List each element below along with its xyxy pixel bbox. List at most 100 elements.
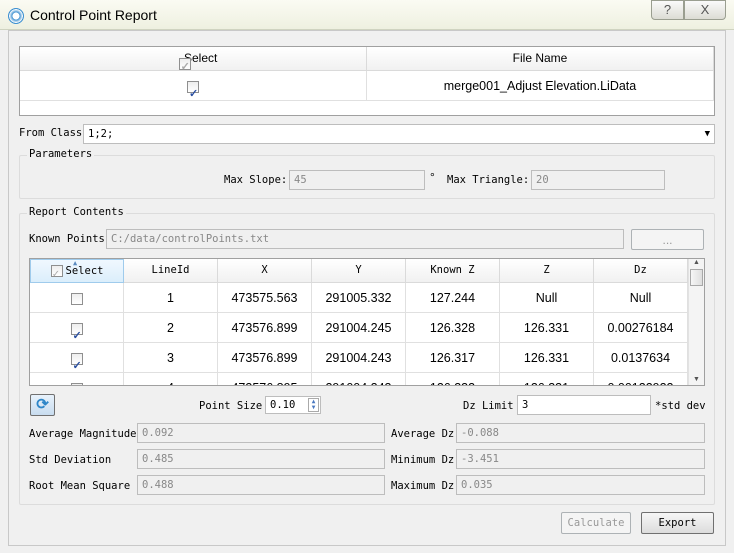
export-button[interactable]: Export (641, 512, 714, 534)
table-cell[interactable]: 126.331 (500, 313, 594, 343)
table-cell[interactable]: 0.00276184 (594, 313, 688, 343)
parameters-title: Parameters (27, 148, 95, 160)
dz-limit-label: Dz Limit (463, 400, 514, 412)
row-select-checkbox[interactable] (70, 292, 83, 305)
spin-arrows-icon[interactable]: ▲ ▼ (308, 398, 319, 412)
max-dz-label: Maximum Dz (391, 480, 455, 492)
refresh-button[interactable]: ⟳ (30, 394, 55, 416)
table-cell[interactable]: 126.328 (406, 313, 500, 343)
refresh-icon: ⟳ (36, 396, 49, 413)
std-deviation-field[interactable]: 0.485 (137, 449, 385, 469)
table-cell[interactable]: Null (500, 283, 594, 313)
table-cell[interactable]: 291004.245 (312, 313, 406, 343)
rms-field[interactable]: 0.488 (137, 475, 385, 495)
table-cell[interactable]: 291004.243 (312, 373, 406, 385)
rms-label: Root Mean Square (29, 480, 131, 492)
table-cell[interactable]: 291004.243 (312, 343, 406, 373)
column-header[interactable]: ▲Select (30, 259, 124, 285)
column-header[interactable]: Y (312, 259, 406, 283)
row-select-cell[interactable] (30, 373, 124, 385)
header-label: LineId (151, 264, 190, 276)
window-title: Control Point Report (30, 7, 157, 23)
header-label: X (261, 264, 268, 276)
help-button[interactable]: ? (651, 0, 684, 20)
row-select-checkbox[interactable] (70, 321, 83, 351)
table-cell[interactable]: Null (594, 283, 688, 313)
vertical-scrollbar[interactable]: ▲ ▼ (688, 259, 704, 385)
known-points-path-field[interactable]: C:/data/controlPoints.txt (106, 229, 624, 249)
browse-button[interactable]: ... (631, 229, 704, 250)
select-all-files-checkbox[interactable] (178, 56, 191, 78)
table-cell[interactable]: 3 (124, 343, 218, 373)
table-cell[interactable]: 0.00122922 (594, 373, 688, 385)
scroll-up-icon[interactable]: ▲ (689, 259, 704, 266)
row-select-checkbox[interactable] (70, 351, 83, 381)
table-cell[interactable]: 127.244 (406, 283, 500, 313)
close-button[interactable]: X (684, 0, 726, 20)
column-header[interactable]: X (218, 259, 312, 283)
max-slope-label: Max Slope: (224, 174, 288, 186)
column-header[interactable]: Z (500, 259, 594, 283)
file-row-name[interactable]: merge001_Adjust Elevation.LiData (367, 71, 714, 101)
from-class-label: From Class: (19, 127, 89, 139)
table-cell[interactable]: 473576.899 (218, 313, 312, 343)
std-dev-label: *std dev (655, 400, 706, 412)
min-dz-field[interactable]: -3.451 (456, 449, 705, 469)
table-cell[interactable]: 126.332 (406, 373, 500, 385)
column-header[interactable]: Known Z (406, 259, 500, 283)
sort-ascending-icon: ▲ (73, 259, 78, 267)
app-logo-icon (8, 8, 24, 24)
table-cell[interactable]: 473576.895 (218, 373, 312, 385)
chevron-down-icon: ▼ (704, 129, 710, 139)
header-label: Dz (634, 264, 647, 276)
from-class-value: 1;2; (88, 128, 114, 140)
dz-limit-field[interactable]: 3 (517, 395, 651, 415)
table-cell[interactable]: 473576.899 (218, 343, 312, 373)
row-select-cell[interactable] (30, 283, 124, 313)
max-triangle-label: Max Triangle: (447, 174, 530, 186)
scroll-down-icon[interactable]: ▼ (689, 376, 704, 383)
scrollbar-thumb[interactable] (690, 269, 703, 286)
calculate-button[interactable]: Calculate (561, 512, 631, 534)
file-header-select[interactable]: Select (20, 47, 367, 78)
table-cell[interactable]: 473575.563 (218, 283, 312, 313)
max-triangle-field[interactable]: 20 (531, 170, 665, 190)
avg-dz-label: Average Dz (391, 428, 455, 440)
file-select-checkbox[interactable] (187, 79, 199, 109)
title-bar: Control Point Report ? X (0, 0, 734, 30)
known-points-label: Known Points (29, 233, 105, 245)
table-cell[interactable]: 2 (124, 313, 218, 343)
point-size-label: Point Size (199, 400, 263, 412)
table-cell[interactable]: 126.331 (500, 343, 594, 373)
max-slope-field[interactable]: 45 (289, 170, 425, 190)
from-class-dropdown[interactable]: 1;2; ▼ (83, 124, 715, 144)
row-select-cell[interactable] (30, 343, 124, 381)
avg-dz-field[interactable]: -0.088 (456, 423, 705, 443)
degree-symbol: ° (430, 170, 435, 184)
table-cell[interactable]: 4 (124, 373, 218, 385)
table-cell[interactable]: 126.317 (406, 343, 500, 373)
control-points-table: ▲SelectLineIdXYKnown ZZDz1473575.5632910… (29, 258, 705, 386)
report-contents-title: Report Contents (27, 206, 126, 218)
min-dz-label: Minimum Dz (391, 454, 455, 466)
select-all-points-checkbox[interactable] (50, 263, 63, 285)
table-cell[interactable]: 1 (124, 283, 218, 313)
file-row-select (20, 71, 367, 109)
table-cell[interactable]: 126.331 (500, 373, 594, 385)
row-select-cell[interactable] (30, 313, 124, 351)
std-deviation-label: Std Deviation (29, 454, 112, 466)
max-dz-field[interactable]: 0.035 (456, 475, 705, 495)
avg-magnitude-field[interactable]: 0.092 (137, 423, 385, 443)
table-cell[interactable]: 291005.332 (312, 283, 406, 313)
file-header-name[interactable]: File Name (367, 47, 714, 71)
avg-magnitude-label: Average Magnitude (29, 428, 137, 440)
header-label: Y (355, 264, 362, 276)
table-cell[interactable]: 0.0137634 (594, 343, 688, 373)
column-header[interactable]: LineId (124, 259, 218, 283)
column-header[interactable]: Dz (594, 259, 688, 283)
file-table: Select File Name merge001_Adjust Elevati… (19, 46, 715, 116)
row-select-checkbox[interactable] (70, 381, 83, 385)
header-label: Known Z (430, 264, 475, 276)
point-size-spinbox[interactable]: 0.10 ▲ ▼ (265, 396, 321, 414)
header-label: Z (543, 264, 550, 276)
